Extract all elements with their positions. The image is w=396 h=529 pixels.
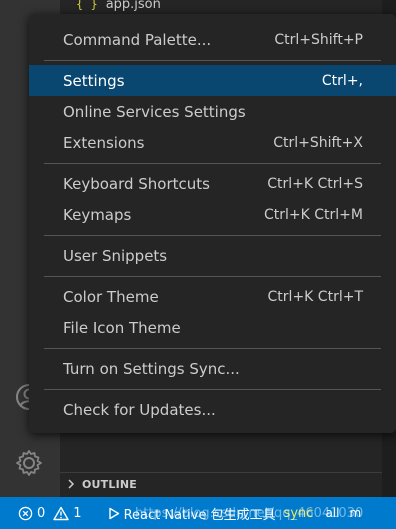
menu-separator — [44, 389, 381, 390]
menu-item-keyboard-shortcuts[interactable]: Keyboard Shortcuts Ctrl+K Ctrl+S — [29, 168, 396, 199]
menu-item-shortcut: Ctrl+K Ctrl+S — [267, 175, 363, 192]
warning-icon — [53, 506, 69, 520]
task-label: React Native 包生成工具 — [123, 507, 276, 523]
json-file-icon: { } — [76, 0, 98, 11]
menu-item-settings[interactable]: Settings Ctrl+, — [29, 65, 396, 96]
menu-item-label: Color Theme — [63, 287, 159, 306]
menu-separator — [44, 348, 381, 349]
status-extra[interactable]: m — [349, 506, 361, 520]
vscode-window: { } app.json OUTLINE 0 1 React Native 包生… — [0, 0, 396, 529]
play-icon — [108, 507, 119, 519]
menu-item-label: Turn on Settings Sync... — [63, 359, 240, 378]
menu-item-label: File Icon Theme — [63, 318, 181, 337]
sync-status[interactable]: sync — [284, 506, 314, 521]
chevron-right-icon — [66, 478, 76, 491]
menu-item-shortcut: Ctrl+Shift+X — [273, 134, 363, 151]
errors-indicator[interactable]: 0 — [18, 506, 45, 521]
menu-item-shortcut: Ctrl+K Ctrl+T — [267, 288, 363, 305]
menu-item-extensions[interactable]: Extensions Ctrl+Shift+X — [29, 127, 396, 158]
menu-item-label: Check for Updates... — [63, 400, 216, 419]
error-icon — [18, 506, 33, 520]
menu-item-shortcut: Ctrl+Shift+P — [274, 31, 363, 48]
explorer-file-item[interactable]: { } app.json — [76, 0, 161, 14]
menu-item-turn-on-settings-sync[interactable]: Turn on Settings Sync... — [29, 353, 396, 384]
menu-item-label: Keyboard Shortcuts — [63, 174, 210, 193]
menu-item-keymaps[interactable]: Keymaps Ctrl+K Ctrl+M — [29, 199, 396, 230]
menu-separator — [44, 276, 381, 277]
menu-item-online-services-settings[interactable]: Online Services Settings — [29, 96, 396, 127]
all-status[interactable]: all — [325, 506, 339, 520]
menu-item-command-palette[interactable]: Command Palette... Ctrl+Shift+P — [29, 24, 396, 55]
menu-item-label: Keymaps — [63, 205, 132, 224]
menu-item-label: Online Services Settings — [63, 102, 246, 121]
outline-title: OUTLINE — [82, 478, 138, 491]
menu-item-label: Command Palette... — [63, 30, 212, 49]
menu-item-label: User Snippets — [63, 246, 168, 265]
file-name: app.json — [105, 0, 161, 12]
menu-item-color-theme[interactable]: Color Theme Ctrl+K Ctrl+T — [29, 281, 396, 312]
run-task-item[interactable]: React Native 包生成工具 — [108, 504, 276, 523]
menu-separator — [44, 163, 381, 164]
warnings-indicator[interactable]: 1 — [53, 505, 82, 521]
outline-section-header[interactable]: OUTLINE — [60, 472, 382, 496]
menu-item-shortcut: Ctrl+, — [321, 72, 363, 89]
menu-item-user-snippets[interactable]: User Snippets — [29, 240, 396, 271]
menu-separator — [44, 235, 381, 236]
warnings-count: 1 — [73, 505, 82, 521]
menu-separator — [44, 60, 381, 61]
status-bar: 0 1 React Native 包生成工具 sync all m — [0, 497, 396, 529]
menu-item-label: Settings — [63, 71, 125, 90]
errors-count: 0 — [37, 505, 46, 521]
menu-item-check-for-updates[interactable]: Check for Updates... — [29, 394, 396, 425]
menu-item-file-icon-theme[interactable]: File Icon Theme — [29, 312, 396, 343]
manage-gear-icon[interactable] — [14, 448, 44, 478]
manage-context-menu: Command Palette... Ctrl+Shift+P Settings… — [29, 14, 396, 433]
menu-item-shortcut: Ctrl+K Ctrl+M — [264, 206, 363, 223]
menu-item-label: Extensions — [63, 133, 145, 152]
